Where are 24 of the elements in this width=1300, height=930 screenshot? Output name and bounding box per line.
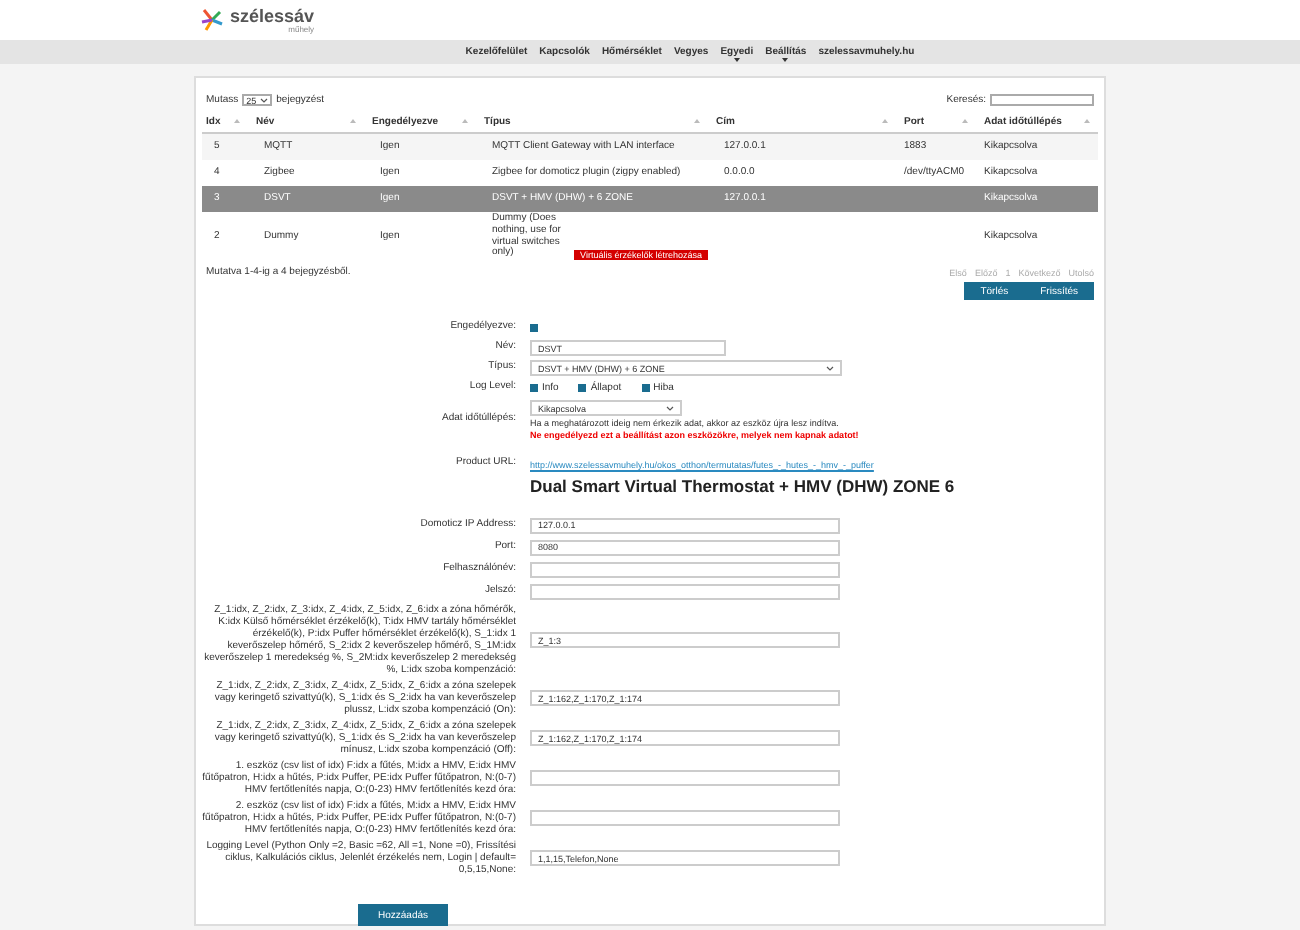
checkbox[interactable] xyxy=(530,384,538,392)
text-field[interactable] xyxy=(530,770,840,786)
sort-icon xyxy=(234,118,240,124)
caret-icon xyxy=(733,58,740,62)
logo-text: szélessáv xyxy=(230,7,315,25)
sort-icon xyxy=(462,118,468,124)
chevron-down-icon xyxy=(260,97,269,103)
sort-icon xyxy=(694,118,700,124)
sort-icon xyxy=(1084,118,1090,124)
checkbox[interactable] xyxy=(530,324,538,332)
logo-icon xyxy=(200,8,224,32)
sort-icon xyxy=(882,118,888,124)
text-field[interactable] xyxy=(530,583,840,599)
product-heading: Dual Smart Virtual Thermostat + HMV (DHW) ZONE 6 xyxy=(530,476,955,496)
chevron-down-icon xyxy=(666,405,674,411)
checkbox[interactable] xyxy=(578,384,587,392)
caret-icon xyxy=(782,58,789,62)
chevron-down-icon xyxy=(826,365,834,371)
text-field[interactable] xyxy=(530,561,840,577)
text-field[interactable] xyxy=(530,810,840,826)
sort-icon xyxy=(962,118,968,124)
checkbox[interactable] xyxy=(641,384,650,392)
search-field[interactable] xyxy=(990,94,1094,106)
sort-icon xyxy=(350,118,356,124)
